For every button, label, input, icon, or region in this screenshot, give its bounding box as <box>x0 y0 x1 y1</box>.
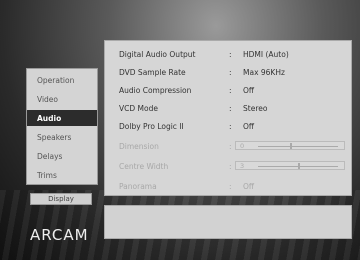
setting-row-panorama: Panorama : Off <box>105 177 351 195</box>
centre-width-slider: 3 <box>235 161 345 170</box>
setting-row-audio-compression[interactable]: Audio Compression : Off <box>105 81 351 99</box>
setting-label: Dolby Pro Logic II <box>119 122 184 131</box>
menu-item-label: Video <box>37 95 59 104</box>
setting-row-dimension: Dimension : 0 <box>105 137 351 155</box>
setting-label: Digital Audio Output <box>119 50 196 59</box>
setting-separator: : <box>229 68 232 77</box>
menu-item-label: Trims <box>37 171 57 180</box>
menu-item-trims[interactable]: Trims <box>27 167 97 183</box>
menu-item-operation[interactable]: Operation <box>27 72 97 88</box>
setting-label: Panorama <box>119 182 157 191</box>
setting-value: HDMI (Auto) <box>243 50 289 59</box>
settings-panel: Digital Audio Output : HDMI (Auto) DVD S… <box>104 40 352 196</box>
osd-screen: Digital Audio Output : HDMI (Auto) DVD S… <box>0 0 360 260</box>
setting-separator: : <box>229 142 232 151</box>
menu-item-video[interactable]: Video <box>27 91 97 107</box>
setting-value: Off <box>243 182 255 191</box>
slider-value: 3 <box>240 162 245 170</box>
setting-row-digital-audio-output[interactable]: Digital Audio Output : HDMI (Auto) <box>105 45 351 63</box>
menu-item-delays[interactable]: Delays <box>27 148 97 164</box>
setting-value: Off <box>243 86 255 95</box>
setting-separator: : <box>229 50 232 59</box>
setting-separator: : <box>229 104 232 113</box>
setting-row-centre-width: Centre Width : 3 <box>105 157 351 175</box>
dimension-slider: 0 <box>235 141 345 150</box>
setting-separator: : <box>229 182 232 191</box>
setting-value: Max 96KHz <box>243 68 285 77</box>
slider-knob <box>290 143 292 149</box>
setting-label: DVD Sample Rate <box>119 68 186 77</box>
setting-separator: : <box>229 122 232 131</box>
display-button[interactable]: Display <box>30 193 92 205</box>
setting-label: Audio Compression <box>119 86 192 95</box>
menu-item-audio[interactable]: Audio <box>27 110 97 126</box>
setting-value: Stereo <box>243 104 268 113</box>
setting-label: VCD Mode <box>119 104 158 113</box>
slider-value: 0 <box>240 142 245 150</box>
setting-row-dolby-pro-logic[interactable]: Dolby Pro Logic II : Off <box>105 117 351 135</box>
menu-item-label: Speakers <box>37 133 72 142</box>
menu-item-speakers[interactable]: Speakers <box>27 129 97 145</box>
menu-item-label: Delays <box>37 152 63 161</box>
setting-value: Off <box>243 122 255 131</box>
message-box <box>104 205 352 239</box>
setting-label: Centre Width <box>119 162 169 171</box>
setting-separator: : <box>229 162 232 171</box>
setting-separator: : <box>229 86 232 95</box>
arcam-logo: ARCAM <box>30 226 89 244</box>
menu-item-label: Audio <box>37 114 62 123</box>
setting-row-dvd-sample-rate[interactable]: DVD Sample Rate : Max 96KHz <box>105 63 351 81</box>
category-menu: Operation Video Audio Speakers Delays Tr… <box>26 68 98 185</box>
setting-row-vcd-mode[interactable]: VCD Mode : Stereo <box>105 99 351 117</box>
setting-label: Dimension <box>119 142 159 151</box>
menu-item-label: Operation <box>37 76 75 85</box>
slider-track <box>258 146 338 147</box>
slider-knob <box>298 163 300 169</box>
